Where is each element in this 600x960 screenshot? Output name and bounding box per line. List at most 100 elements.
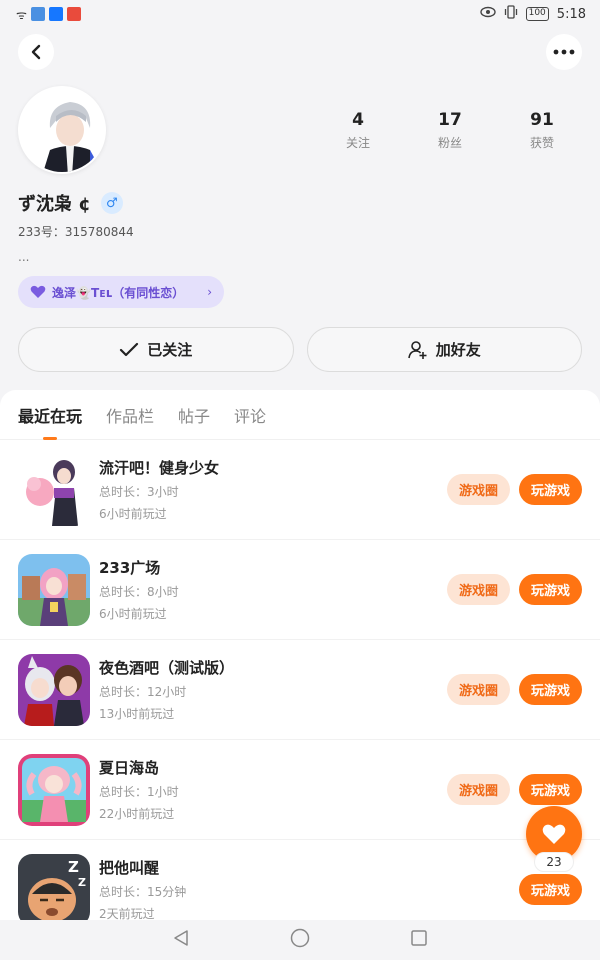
- stat-label: 粉丝: [437, 136, 462, 150]
- top-bar: [18, 34, 582, 70]
- game-item[interactable]: 流汗吧！健身少女 总时长：3小时 6小时前玩过 游戏圈 玩游戏: [0, 440, 600, 540]
- male-icon: ♂: [100, 192, 123, 214]
- game-duration: 总时长：8小时: [99, 585, 179, 599]
- stat-followers[interactable]: 17 粉丝: [410, 110, 490, 151]
- nav-back-icon[interactable]: [172, 929, 190, 951]
- status-left: ᯤ: [16, 6, 81, 23]
- tab-posts[interactable]: 帖子: [178, 390, 210, 440]
- game-info: 夜色酒吧（测试版） 总时长：12小时 13小时前玩过: [99, 657, 447, 722]
- avatar[interactable]: [18, 86, 106, 174]
- chevron-right-icon: ›: [207, 285, 212, 299]
- stat-label: 关注: [345, 136, 370, 150]
- play-game-button[interactable]: 玩游戏: [518, 774, 582, 805]
- stat-label: 获赞: [529, 136, 554, 150]
- game-last-played: 6小时前玩过: [99, 507, 167, 521]
- clock: 5:18: [556, 6, 586, 22]
- game-buttons: 玩游戏: [518, 874, 582, 905]
- game-icon: [18, 553, 90, 626]
- chevron-left-icon: [31, 44, 41, 60]
- game-icon: [18, 653, 90, 726]
- more-button[interactable]: [546, 34, 582, 70]
- username: ず沈枭 ¢: [18, 194, 91, 215]
- game-name: 把他叫醒: [99, 859, 160, 877]
- nav-recents-icon[interactable]: [410, 929, 428, 951]
- game-info: 流汗吧！健身少女 总时长：3小时 6小时前玩过: [99, 457, 447, 522]
- game-buttons: 游戏圈 玩游戏: [446, 674, 582, 705]
- game-icon: [18, 753, 90, 826]
- content-panel: 最近在玩 作品栏 帖子 评论 流汗吧！健身少女 总时长：3小时 6小时前玩过 游…: [0, 390, 600, 920]
- game-buttons: 游戏圈 玩游戏: [446, 774, 582, 805]
- stat-number: 91: [530, 110, 554, 130]
- play-game-button[interactable]: 玩游戏: [518, 474, 582, 505]
- followed-label: 已关注: [147, 341, 193, 359]
- battery-icon: 100: [525, 7, 549, 21]
- app-notification-icon: [48, 7, 63, 21]
- username-row: ず沈枭 ¢ ♂: [18, 190, 123, 216]
- game-buttons: 游戏圈 玩游戏: [446, 574, 582, 605]
- game-info: 233广场 总时长：8小时 6小时前玩过: [99, 557, 447, 622]
- add-friend-label: 加好友: [435, 341, 481, 359]
- game-item[interactable]: ZZ 把他叫醒 总时长：15分钟 2天前玩过 玩游戏: [0, 840, 600, 920]
- app-notification-icon: [30, 7, 45, 21]
- game-name: 流汗吧！健身少女: [99, 459, 220, 477]
- vibrate-icon: [504, 5, 518, 23]
- tab-recent-games[interactable]: 最近在玩: [18, 390, 82, 440]
- app-notification-icon: [66, 7, 81, 21]
- game-info: 夏日海岛 总时长：1小时 22小时前玩过: [99, 757, 447, 822]
- game-item[interactable]: 夜色酒吧（测试版） 总时长：12小时 13小时前玩过 游戏圈 玩游戏: [0, 640, 600, 740]
- user-id: 233号：315780844: [18, 225, 134, 239]
- game-circle-button[interactable]: 游戏圈: [446, 674, 510, 705]
- play-game-button[interactable]: 玩游戏: [518, 874, 582, 905]
- game-name: 233广场: [99, 559, 161, 577]
- system-nav-bar: [0, 920, 600, 960]
- heart-icon: [30, 285, 46, 298]
- status-bar: ᯤ 100 5:18: [0, 0, 600, 28]
- stat-number: 4: [352, 110, 364, 130]
- game-info: 把他叫醒 总时长：15分钟 2天前玩过: [99, 857, 519, 920]
- add-friend-button[interactable]: 加好友: [306, 327, 582, 372]
- more-icon: [553, 49, 575, 55]
- wifi-icon: ᯤ: [16, 7, 27, 22]
- status-right: 100 5:18: [479, 5, 586, 23]
- game-circle-button[interactable]: 游戏圈: [446, 574, 510, 605]
- play-game-button[interactable]: 玩游戏: [518, 574, 582, 605]
- action-row: 已关注 加好友: [18, 327, 582, 372]
- tab-works[interactable]: 作品栏: [106, 390, 154, 440]
- game-duration: 总时长：15分钟: [99, 885, 187, 899]
- game-item[interactable]: 夏日海岛 总时长：1小时 22小时前玩过 游戏圈 玩游戏: [0, 740, 600, 840]
- game-last-played: 6小时前玩过: [99, 607, 167, 621]
- tab-bar: 最近在玩 作品栏 帖子 评论: [0, 390, 600, 440]
- svg-text:Z: Z: [68, 858, 79, 876]
- bio: ...: [18, 250, 30, 264]
- game-circle-button[interactable]: 游戏圈: [446, 474, 510, 505]
- back-button[interactable]: [18, 34, 54, 70]
- game-circle-button[interactable]: 游戏圈: [446, 774, 510, 805]
- profile-stats: 4 关注 17 粉丝 91 获赞: [318, 110, 582, 151]
- svg-text:Z: Z: [78, 876, 86, 889]
- favorite-count: 23: [534, 852, 574, 872]
- game-duration: 总时长：12小时: [99, 685, 187, 699]
- game-last-played: 22小时前玩过: [99, 807, 175, 821]
- followed-button[interactable]: 已关注: [18, 327, 294, 372]
- game-last-played: 13小时前玩过: [99, 707, 175, 721]
- game-buttons: 游戏圈 玩游戏: [446, 474, 582, 505]
- tab-comments[interactable]: 评论: [234, 390, 266, 440]
- stat-likes[interactable]: 91 获赞: [502, 110, 582, 151]
- avatar-image: [20, 88, 104, 172]
- game-icon: ZZ: [18, 853, 90, 920]
- game-duration: 总时长：3小时: [99, 485, 179, 499]
- game-name: 夏日海岛: [99, 759, 160, 777]
- check-icon: [120, 342, 139, 356]
- play-game-button[interactable]: 玩游戏: [518, 674, 582, 705]
- nav-home-icon[interactable]: [290, 928, 310, 952]
- relationship-pill[interactable]: 逸泽👻Tᴇʟ（有同性恋） ›: [18, 276, 224, 308]
- game-item[interactable]: 233广场 总时长：8小时 6小时前玩过 游戏圈 玩游戏: [0, 540, 600, 640]
- relationship-label: 逸泽👻Tᴇʟ（有同性恋）: [52, 285, 185, 300]
- game-last-played: 2天前玩过: [99, 907, 155, 920]
- heart-icon: [542, 824, 566, 844]
- game-duration: 总时长：1小时: [99, 785, 179, 799]
- add-user-icon: [407, 340, 427, 359]
- game-name: 夜色酒吧（测试版）: [99, 659, 235, 677]
- stat-following[interactable]: 4 关注: [318, 110, 398, 151]
- eye-icon: [479, 6, 496, 22]
